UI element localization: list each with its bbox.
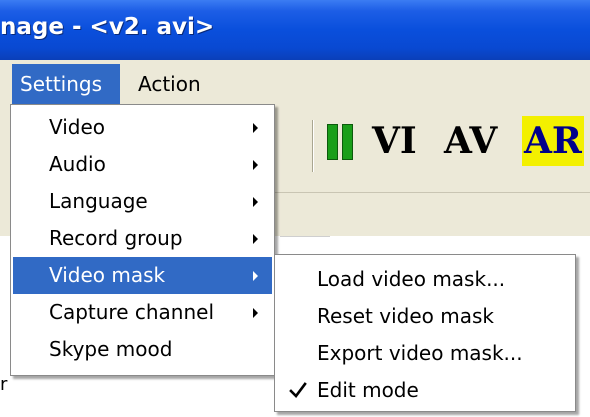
menu-action[interactable]: Action [130, 64, 209, 104]
menu-item-capture-channel[interactable]: Capture channel [13, 294, 272, 331]
menu-item-video[interactable]: Video [13, 109, 272, 146]
submenu-item-label: Load video mask... [317, 267, 506, 291]
submenu-arrow-icon [253, 197, 258, 207]
av-button[interactable]: AV [444, 116, 497, 166]
video-mask-submenu: Load video mask... Reset video mask Expo… [274, 254, 576, 412]
submenu-item-edit-mode[interactable]: Edit mode [277, 372, 573, 409]
menu-item-video-mask[interactable]: Video mask [13, 257, 272, 294]
title-bar: nage - <v2. avi> [0, 0, 590, 60]
submenu-arrow-icon [253, 308, 258, 318]
partial-label: r [0, 374, 8, 395]
menu-item-label: Skype mood [49, 337, 173, 361]
submenu-arrow-icon [253, 160, 258, 170]
window-title: nage - <v2. avi> [0, 14, 215, 40]
pause-icon[interactable] [325, 124, 355, 160]
submenu-arrow-icon [253, 234, 258, 244]
menu-item-label: Language [49, 189, 148, 213]
menu-item-label: Record group [49, 226, 183, 250]
submenu-item-load-video-mask[interactable]: Load video mask... [277, 261, 573, 298]
menu-item-label: Video [49, 115, 106, 139]
menu-item-label: Audio [49, 152, 106, 176]
menu-item-language[interactable]: Language [13, 183, 272, 220]
grid-line [280, 236, 330, 237]
checkmark-icon [289, 382, 307, 398]
menu-item-label: Video mask [49, 263, 166, 287]
submenu-arrow-icon [253, 271, 258, 281]
submenu-item-label: Edit mode [317, 378, 419, 402]
submenu-item-reset-video-mask[interactable]: Reset video mask [277, 298, 573, 335]
toolbar-separator [312, 120, 314, 172]
vi-button[interactable]: VI [372, 116, 417, 166]
menu-settings[interactable]: Settings [12, 64, 120, 104]
ar-button[interactable]: AR [522, 116, 584, 166]
settings-dropdown: Video Audio Language Record group Video … [10, 104, 275, 376]
menu-item-label: Capture channel [49, 300, 215, 324]
submenu-arrow-icon [253, 123, 258, 133]
menu-item-skype-mood[interactable]: Skype mood [13, 331, 272, 368]
menu-item-record-group[interactable]: Record group [13, 220, 272, 257]
menu-item-audio[interactable]: Audio [13, 146, 272, 183]
submenu-item-label: Reset video mask [317, 304, 494, 328]
submenu-item-export-video-mask[interactable]: Export video mask... [277, 335, 573, 372]
menu-bar: Settings Action [0, 62, 590, 106]
submenu-item-label: Export video mask... [317, 341, 523, 365]
